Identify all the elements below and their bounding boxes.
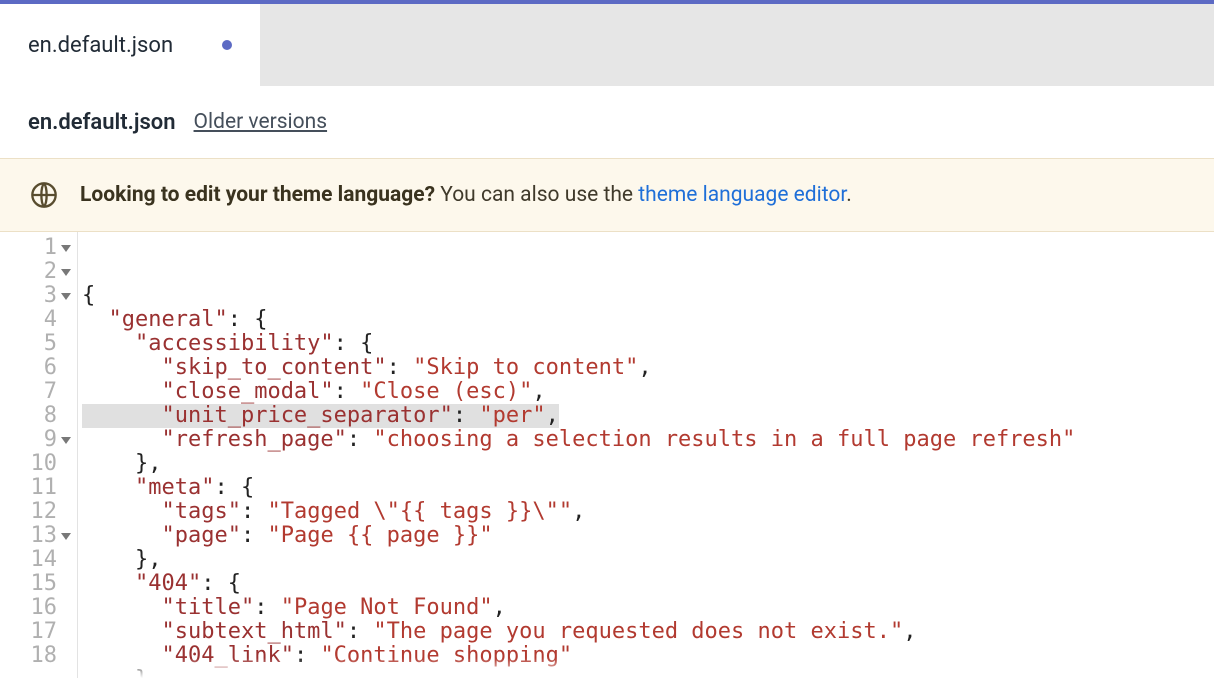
app-root: en.default.json en.default.json Older ve… xyxy=(0,0,1214,678)
gutter-line: 6 xyxy=(0,356,77,380)
code-line[interactable]: "unit_price_separator": "per", xyxy=(78,404,1214,428)
fold-toggle-icon[interactable] xyxy=(61,245,71,252)
globe-icon xyxy=(30,181,58,209)
gutter-line: 15 xyxy=(0,572,77,596)
gutter-line: 11 xyxy=(0,476,77,500)
code-area[interactable]: { "general": { "accessibility": { "skip_… xyxy=(78,232,1214,678)
gutter-line: 13 xyxy=(0,524,77,548)
sub-header: en.default.json Older versions xyxy=(0,86,1214,158)
tab-bar: en.default.json xyxy=(0,4,1214,86)
code-line[interactable]: "refresh_page": "choosing a selection re… xyxy=(78,428,1214,452)
file-tab[interactable]: en.default.json xyxy=(0,0,260,86)
code-line[interactable]: "meta": { xyxy=(78,476,1214,500)
code-line[interactable]: "404": { xyxy=(78,572,1214,596)
gutter-line: 7 xyxy=(0,380,77,404)
code-line[interactable]: "subtext_html": "The page you requested … xyxy=(78,620,1214,644)
code-line[interactable]: "accessibility": { xyxy=(78,332,1214,356)
gutter-line: 3 xyxy=(0,284,77,308)
gutter-line: 12 xyxy=(0,500,77,524)
gutter-line: 5 xyxy=(0,332,77,356)
code-line[interactable]: "tags": "Tagged \"{{ tags }}\"", xyxy=(78,500,1214,524)
line-gutter: 123456789101112131415161718 xyxy=(0,232,78,678)
gutter-line: 8 xyxy=(0,404,77,428)
gutter-line: 4 xyxy=(0,308,77,332)
gutter-line: 2 xyxy=(0,260,77,284)
gutter-line: 1 xyxy=(0,236,77,260)
code-line[interactable]: "page": "Page {{ page }}" xyxy=(78,524,1214,548)
code-line[interactable]: { xyxy=(78,284,1214,308)
theme-language-editor-link[interactable]: theme language editor xyxy=(638,183,846,207)
code-editor[interactable]: 123456789101112131415161718 { "general":… xyxy=(0,232,1214,678)
gutter-line: 9 xyxy=(0,428,77,452)
code-line[interactable]: "general": { xyxy=(78,308,1214,332)
code-line[interactable]: "title": "Page Not Found", xyxy=(78,596,1214,620)
code-line[interactable]: }, xyxy=(78,668,1214,678)
fold-toggle-icon[interactable] xyxy=(61,269,71,276)
fold-toggle-icon[interactable] xyxy=(61,437,71,444)
fold-toggle-icon[interactable] xyxy=(61,293,71,300)
older-versions-link[interactable]: Older versions xyxy=(194,110,328,134)
info-banner: Looking to edit your theme language? You… xyxy=(0,158,1214,232)
banner-tail: . xyxy=(846,183,852,207)
fold-toggle-icon[interactable] xyxy=(61,533,71,540)
code-line[interactable]: }, xyxy=(78,452,1214,476)
banner-text: Looking to edit your theme language? You… xyxy=(80,183,852,207)
gutter-line: 17 xyxy=(0,620,77,644)
banner-bold: Looking to edit your theme language? xyxy=(80,183,435,207)
gutter-line: 10 xyxy=(0,452,77,476)
banner-rest: You can also use the xyxy=(435,183,638,207)
code-line[interactable]: "skip_to_content": "Skip to content", xyxy=(78,356,1214,380)
code-line[interactable]: }, xyxy=(78,548,1214,572)
unsaved-dot-icon xyxy=(222,40,232,50)
code-line[interactable]: "404_link": "Continue shopping" xyxy=(78,644,1214,668)
file-tab-title: en.default.json xyxy=(28,33,173,58)
code-line[interactable]: "close_modal": "Close (esc)", xyxy=(78,380,1214,404)
gutter-line: 18 xyxy=(0,644,77,668)
filename-label: en.default.json xyxy=(28,110,176,135)
gutter-line: 14 xyxy=(0,548,77,572)
gutter-line: 16 xyxy=(0,596,77,620)
